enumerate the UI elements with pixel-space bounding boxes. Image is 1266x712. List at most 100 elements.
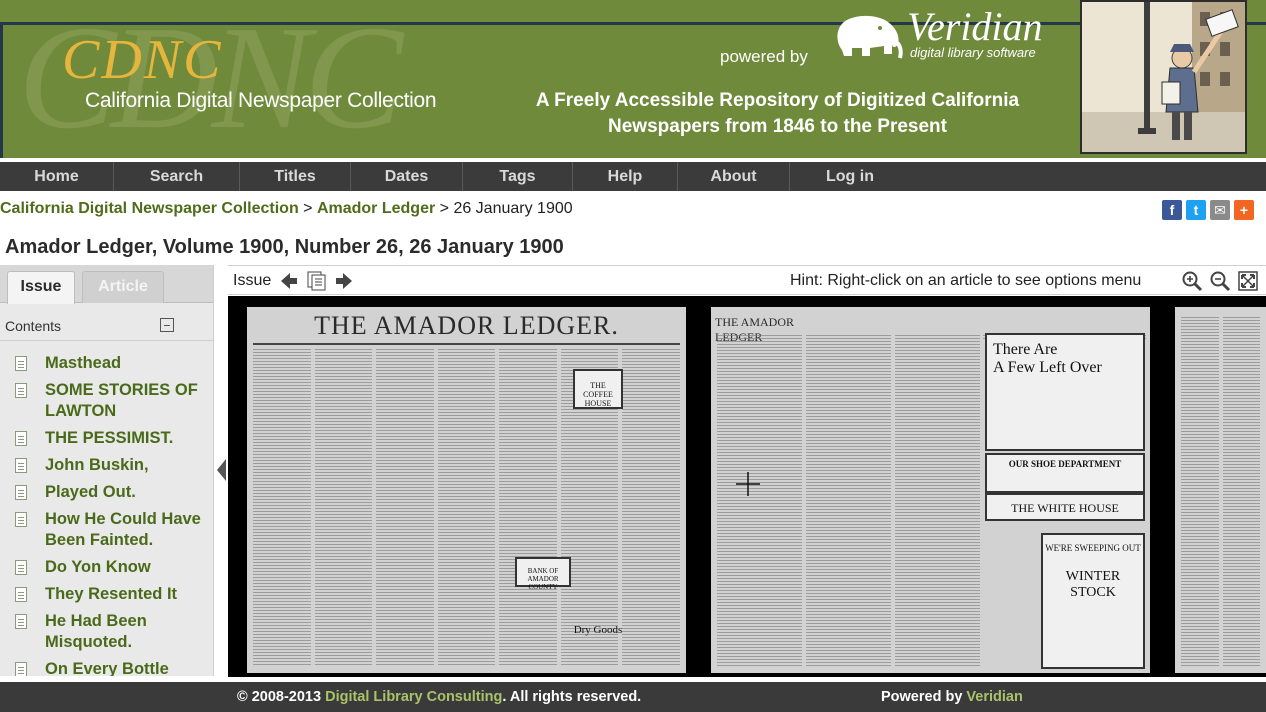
- toc-item[interactable]: Played Out.: [0, 482, 213, 503]
- main-nav: Home Search Titles Dates Tags Help About…: [0, 162, 1266, 191]
- share-buttons: f t ✉ +: [1162, 200, 1254, 220]
- zoom-in-icon[interactable]: [1181, 270, 1203, 292]
- document-icon: [15, 383, 27, 398]
- ad-left-over-line-2: A Few Left Over: [993, 359, 1102, 376]
- toc-item-label: On Every Bottle: [45, 660, 169, 676]
- newsboy-illustration-icon: [1082, 2, 1245, 152]
- nav-help[interactable]: Help: [573, 162, 678, 191]
- fullscreen-icon[interactable]: [1237, 270, 1259, 292]
- text-column: [376, 349, 434, 667]
- text-column: [895, 335, 980, 667]
- nav-titles[interactable]: Titles: [240, 162, 351, 191]
- toc-item[interactable]: On Every Bottle: [0, 659, 213, 676]
- ad-left-over: There Are A Few Left Over: [985, 333, 1145, 451]
- toc-item[interactable]: Masthead: [0, 353, 213, 374]
- toc-item[interactable]: Do Yon Know: [0, 557, 213, 578]
- masthead-rule: [253, 343, 680, 345]
- powered-by-footer: Powered by Veridian: [881, 689, 1023, 705]
- site-logo[interactable]: CDNC: [62, 28, 223, 92]
- nav-login[interactable]: Log in: [790, 162, 910, 191]
- toc-item-label: He Had Been Misquoted.: [45, 612, 147, 651]
- powered-by-label: powered by: [720, 47, 808, 66]
- ad-dry-goods: Dry Goods: [573, 624, 623, 636]
- document-icon: [15, 458, 27, 473]
- toc-item[interactable]: They Resented It: [0, 584, 213, 605]
- next-page-icon[interactable]: [333, 270, 355, 292]
- document-icon: [15, 512, 27, 527]
- nav-dates[interactable]: Dates: [351, 162, 463, 191]
- toc-item[interactable]: How He Could Have Been Fainted.: [0, 509, 213, 551]
- newspaper-page-3[interactable]: [1175, 307, 1266, 673]
- veridian-tagline: digital library software: [910, 45, 1036, 60]
- crosshair-cursor-icon: [736, 472, 760, 496]
- nav-tags[interactable]: Tags: [463, 162, 573, 191]
- page-list-icon[interactable]: [306, 270, 328, 292]
- contents-label: Contents: [5, 318, 62, 334]
- elephant-logo-icon[interactable]: [830, 10, 904, 62]
- previous-page-icon[interactable]: [278, 270, 300, 292]
- breadcrumb-title-link[interactable]: Amador Ledger: [317, 200, 435, 217]
- email-icon[interactable]: ✉: [1210, 200, 1230, 220]
- toc-item-label: Do Yon Know: [45, 558, 151, 576]
- copyright-company-link[interactable]: Digital Library Consulting: [325, 689, 502, 705]
- veridian-logo-text[interactable]: Veridian: [907, 7, 1043, 47]
- text-column: [499, 349, 557, 667]
- more-share-icon[interactable]: +: [1234, 200, 1254, 220]
- breadcrumb-collection-link[interactable]: California Digital Newspaper Collection: [0, 200, 299, 217]
- copyright-suffix: . All rights reserved.: [502, 689, 642, 705]
- ad-sweeping-line-2: WINTER STOCK: [1065, 569, 1121, 600]
- sidebar: Issue Article Contents Masthead SOME STO…: [0, 265, 214, 676]
- ad-bank: BANK OF AMADOR COUNTY: [515, 557, 571, 591]
- tab-article[interactable]: Article: [82, 271, 164, 303]
- toc-item[interactable]: John Buskin,: [0, 455, 213, 476]
- text-column: [717, 335, 802, 667]
- toc-item-label: Played Out.: [45, 483, 136, 501]
- document-icon: [15, 662, 27, 676]
- toc-item-label: SOME STORIES OF LAWTON: [45, 381, 198, 420]
- text-column: [806, 335, 891, 667]
- newspaper-page-2[interactable]: THE AMADOR LEDGER There Are A Few Left O…: [711, 307, 1150, 673]
- breadcrumb: California Digital Newspaper Collection …: [0, 200, 573, 218]
- page-2-columns: [717, 335, 980, 667]
- ad-white-house: THE WHITE HOUSE: [985, 493, 1145, 521]
- text-column: [1181, 317, 1219, 667]
- document-icon: [15, 560, 27, 575]
- document-icon: [15, 485, 27, 500]
- zoom-out-icon[interactable]: [1209, 270, 1231, 292]
- viewer-toolbar: Issue Hint: Right-click on an article to…: [228, 265, 1266, 295]
- toc-item-label: THE PESSIMIST.: [45, 429, 174, 447]
- contents-header: Contents: [0, 313, 213, 341]
- nav-home[interactable]: Home: [0, 162, 114, 191]
- site-footer: © 2008-2013 Digital Library Consulting. …: [0, 682, 1266, 712]
- nav-search[interactable]: Search: [114, 162, 240, 191]
- text-column: [253, 349, 311, 667]
- copyright: © 2008-2013 Digital Library Consulting. …: [237, 689, 641, 705]
- page-1-masthead: THE AMADOR LEDGER.: [314, 311, 619, 340]
- header-border-left: [0, 22, 3, 158]
- issue-label: Issue: [233, 272, 272, 289]
- copyright-prefix: © 2008-2013: [237, 689, 326, 705]
- collapse-sidebar-handle-icon[interactable]: [214, 455, 228, 485]
- toc-item[interactable]: THE PESSIMIST.: [0, 428, 213, 449]
- collapse-icon[interactable]: [160, 318, 174, 332]
- nav-about[interactable]: About: [678, 162, 790, 191]
- newspaper-page-1[interactable]: THE AMADOR LEDGER. THE COFFEE HOUSE BANK…: [247, 307, 686, 673]
- facebook-icon[interactable]: f: [1162, 200, 1182, 220]
- newsboy-illustration: [1080, 0, 1247, 154]
- toc-item[interactable]: SOME STORIES OF LAWTON: [0, 380, 213, 422]
- page-3-columns: [1181, 317, 1260, 667]
- toc-item-label: How He Could Have Been Fainted.: [45, 510, 201, 549]
- toc-item[interactable]: He Had Been Misquoted.: [0, 611, 213, 653]
- ad-sweeping-line-1: WE'RE SWEEPING OUT: [1045, 543, 1141, 553]
- text-column: [622, 349, 681, 667]
- toc-item-label: Masthead: [45, 354, 122, 372]
- page-viewer[interactable]: THE AMADOR LEDGER. THE COFFEE HOUSE BANK…: [228, 296, 1266, 677]
- table-of-contents: Masthead SOME STORIES OF LAWTON THE PESS…: [0, 353, 213, 676]
- veridian-footer-link[interactable]: Veridian: [966, 689, 1022, 705]
- tab-issue[interactable]: Issue: [7, 271, 75, 304]
- document-icon: [15, 614, 27, 629]
- site-title[interactable]: California Digital Newspaper Collection: [85, 89, 437, 113]
- tagline-line-1: A Freely Accessible Repository of Digiti…: [535, 90, 1020, 111]
- twitter-icon[interactable]: t: [1186, 200, 1206, 220]
- ad-left-over-line-1: There Are: [993, 341, 1058, 358]
